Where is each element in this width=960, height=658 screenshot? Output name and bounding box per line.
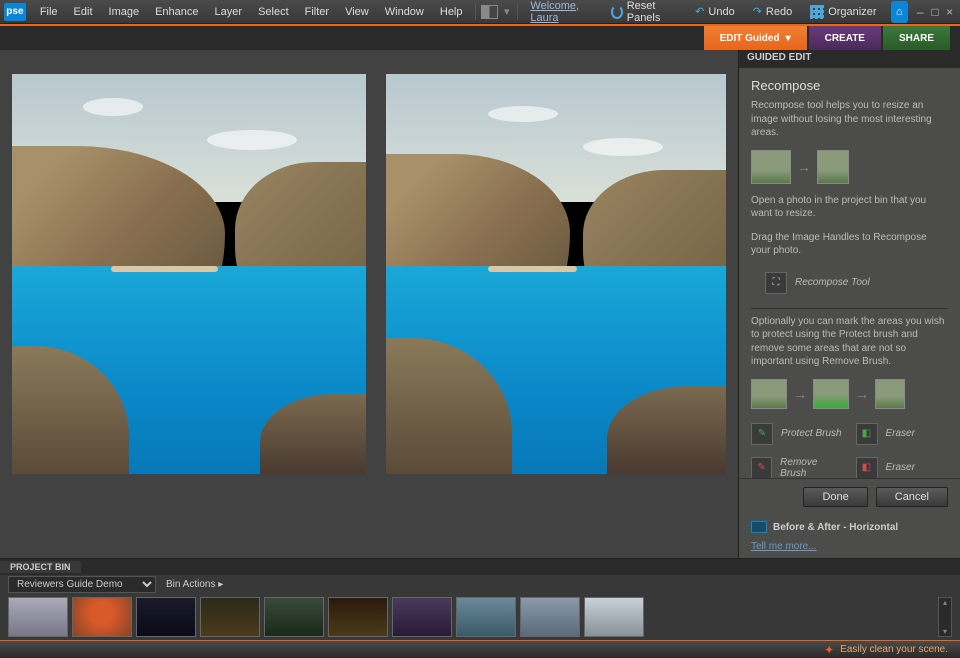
status-text: Easily clean your scene. [840, 644, 948, 655]
menu-image[interactable]: Image [101, 3, 148, 21]
bin-thumb[interactable] [328, 597, 388, 637]
canvas-area[interactable] [0, 50, 738, 558]
tab-create[interactable]: CREATE [809, 26, 881, 50]
remove-eraser-button[interactable]: ◧ Eraser [856, 453, 949, 479]
bin-thumb[interactable] [8, 597, 68, 637]
done-button[interactable]: Done [803, 487, 867, 507]
after-image[interactable] [386, 74, 726, 474]
thumb-before [751, 150, 791, 184]
before-image[interactable] [12, 74, 366, 474]
recompose-tool-icon: ⛶ [765, 272, 787, 294]
menu-view[interactable]: View [337, 3, 377, 21]
menu-filter[interactable]: Filter [297, 3, 337, 21]
redo-icon: ↷ [753, 5, 762, 18]
maximize-button[interactable]: □ [929, 5, 942, 19]
bin-preset-select[interactable]: Reviewers Guide Demo [8, 576, 156, 593]
bin-thumb[interactable] [456, 597, 516, 637]
undo-icon: ↶ [695, 5, 704, 18]
menu-help[interactable]: Help [432, 3, 471, 21]
close-button[interactable]: × [943, 5, 956, 19]
thumb-s2 [813, 379, 849, 409]
mode-tabs: EDIT Guided▾ CREATE SHARE [0, 24, 960, 50]
welcome-link[interactable]: Welcome, Laura [530, 0, 603, 24]
example-thumbs-2: → → [751, 379, 948, 409]
bin-thumb[interactable] [72, 597, 132, 637]
remove-brush-icon: ✎ [751, 457, 772, 479]
organizer-button[interactable]: Organizer [802, 2, 884, 22]
bin-thumb[interactable] [200, 597, 260, 637]
menu-enhance[interactable]: Enhance [147, 3, 206, 21]
sparkle-icon: ✦ [824, 643, 834, 657]
panel-desc: Recompose tool helps you to resize an im… [751, 99, 948, 140]
tell-me-more-link[interactable]: Tell me more... [739, 539, 960, 558]
panel-title: Recompose [751, 78, 948, 93]
app-logo: pse [4, 3, 26, 21]
home-icon: ⌂ [896, 6, 903, 18]
arrow-icon: → [793, 386, 807, 402]
menu-window[interactable]: Window [377, 3, 432, 21]
step-text-2: Optionally you can mark the areas you wi… [751, 315, 948, 369]
home-button[interactable]: ⌂ [891, 1, 908, 23]
layout-icon[interactable] [481, 5, 498, 19]
menubar: pse File Edit Image Enhance Layer Select… [0, 0, 960, 24]
menu-edit[interactable]: Edit [66, 3, 101, 21]
guided-panel: GUIDED EDIT Recompose Recompose tool hel… [738, 50, 960, 558]
step-text-1a: Open a photo in the project bin that you… [751, 194, 948, 221]
protect-brush-button[interactable]: ✎ Protect Brush [751, 419, 844, 449]
menu-file[interactable]: File [32, 3, 66, 21]
arrow-icon: → [797, 159, 811, 175]
thumb-s1 [751, 379, 787, 409]
step-text-1b: Drag the Image Handles to Recompose your… [751, 231, 948, 258]
remove-brush-button[interactable]: ✎ Remove Brush [751, 453, 844, 479]
bin-thumb[interactable] [264, 597, 324, 637]
tab-share[interactable]: SHARE [883, 26, 950, 50]
reset-panels-button[interactable]: Reset Panels [603, 0, 685, 27]
eraser-icon: ◧ [856, 423, 878, 445]
bin-thumb[interactable] [392, 597, 452, 637]
example-thumbs-1: → [751, 150, 948, 184]
menu-select[interactable]: Select [250, 3, 297, 21]
before-after-icon[interactable] [751, 521, 767, 533]
project-bin: PROJECT BIN Reviewers Guide Demo Bin Act… [0, 558, 960, 640]
eraser-icon: ◧ [856, 457, 878, 479]
status-bar: ✦ Easily clean your scene. [0, 640, 960, 658]
bin-actions-dropdown[interactable]: Bin Actions ▸ [166, 579, 223, 590]
separator [517, 4, 518, 20]
arrow-icon: → [855, 386, 869, 402]
redo-button[interactable]: ↷ Redo [745, 2, 801, 21]
tab-edit[interactable]: EDIT Guided▾ [704, 26, 807, 50]
reset-icon [611, 5, 623, 19]
bin-thumb[interactable] [520, 597, 580, 637]
recompose-tool-button[interactable]: ⛶ Recompose Tool [765, 268, 948, 298]
protect-eraser-button[interactable]: ◧ Eraser [856, 419, 949, 449]
thumb-s3 [875, 379, 905, 409]
cancel-button[interactable]: Cancel [876, 487, 948, 507]
dropdown-arrow-icon[interactable]: ▾ [504, 5, 510, 18]
grid-icon [810, 5, 824, 19]
bin-tab[interactable]: PROJECT BIN [0, 561, 81, 573]
thumb-after [817, 150, 849, 184]
menu-layer[interactable]: Layer [207, 3, 251, 21]
undo-button[interactable]: ↶ Undo [687, 2, 743, 21]
separator [475, 4, 476, 20]
before-after-label[interactable]: Before & After - Horizontal [773, 522, 898, 533]
protect-brush-icon: ✎ [751, 423, 773, 445]
minimize-button[interactable]: – [914, 5, 927, 19]
bin-thumb[interactable] [584, 597, 644, 637]
bin-scrollbar[interactable]: ▴▾ [938, 597, 952, 637]
panel-header: GUIDED EDIT [739, 50, 960, 68]
bin-thumb[interactable] [136, 597, 196, 637]
